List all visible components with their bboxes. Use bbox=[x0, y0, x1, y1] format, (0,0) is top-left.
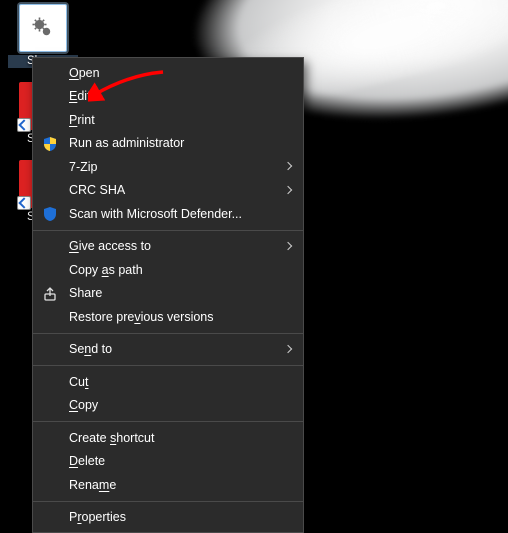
menu-item-label: Print bbox=[69, 113, 273, 127]
menu-item-label: Create shortcut bbox=[69, 431, 273, 445]
menu-separator bbox=[33, 421, 303, 422]
menu-item[interactable]: Cut bbox=[33, 370, 303, 394]
menu-item[interactable]: 7-Zip bbox=[33, 155, 303, 179]
menu-item[interactable]: Properties bbox=[33, 506, 303, 530]
chevron-right-icon bbox=[284, 162, 292, 170]
menu-item-label: Scan with Microsoft Defender... bbox=[69, 207, 273, 221]
menu-item-label: Give access to bbox=[69, 239, 273, 253]
menu-item[interactable]: Print bbox=[33, 108, 303, 132]
menu-item[interactable]: Share bbox=[33, 282, 303, 306]
menu-item[interactable]: Create shortcut bbox=[33, 426, 303, 450]
menu-item[interactable]: Edit bbox=[33, 85, 303, 109]
menu-item[interactable]: Delete bbox=[33, 450, 303, 474]
shortcut-overlay-icon bbox=[17, 118, 31, 132]
menu-item-label: Run as administrator bbox=[69, 136, 273, 150]
shield-admin-icon bbox=[41, 135, 59, 153]
menu-item[interactable]: Open bbox=[33, 61, 303, 85]
chevron-right-icon bbox=[284, 241, 292, 249]
menu-separator bbox=[33, 501, 303, 502]
menu-item-label: Copy as path bbox=[69, 263, 273, 277]
menu-item[interactable]: Scan with Microsoft Defender... bbox=[33, 202, 303, 226]
chevron-right-icon bbox=[284, 185, 292, 193]
chevron-right-icon bbox=[284, 344, 292, 352]
menu-item-label: Rename bbox=[69, 478, 273, 492]
menu-item[interactable]: Run as administrator bbox=[33, 132, 303, 156]
menu-item-label: Copy bbox=[69, 398, 273, 412]
menu-item[interactable]: CRC SHA bbox=[33, 179, 303, 203]
menu-item-label: Restore previous versions bbox=[69, 310, 273, 324]
menu-item-label: Delete bbox=[69, 454, 273, 468]
menu-item-label: Send to bbox=[69, 342, 273, 356]
shortcut-overlay-icon bbox=[17, 196, 31, 210]
menu-item[interactable]: Copy as path bbox=[33, 258, 303, 282]
context-menu: Open Edit Print Run as administrator 7-Zip CR… bbox=[32, 57, 304, 533]
menu-item-label: Cut bbox=[69, 375, 273, 389]
menu-item[interactable]: Rename bbox=[33, 473, 303, 497]
menu-separator bbox=[33, 230, 303, 231]
menu-item-label: 7-Zip bbox=[69, 160, 273, 174]
menu-item[interactable]: Restore previous versions bbox=[33, 305, 303, 329]
menu-item-label: Properties bbox=[69, 510, 273, 524]
menu-separator bbox=[33, 333, 303, 334]
batch-file-icon bbox=[19, 4, 67, 52]
share-icon bbox=[41, 285, 59, 303]
menu-item[interactable]: Send to bbox=[33, 338, 303, 362]
menu-item-label: Share bbox=[69, 286, 273, 300]
menu-item-label: Open bbox=[69, 66, 273, 80]
menu-item-label: CRC SHA bbox=[69, 183, 273, 197]
menu-separator bbox=[33, 365, 303, 366]
shield-defender-icon bbox=[41, 205, 59, 223]
menu-item-label: Edit bbox=[69, 89, 273, 103]
menu-item[interactable]: Give access to bbox=[33, 235, 303, 259]
menu-item[interactable]: Copy bbox=[33, 394, 303, 418]
